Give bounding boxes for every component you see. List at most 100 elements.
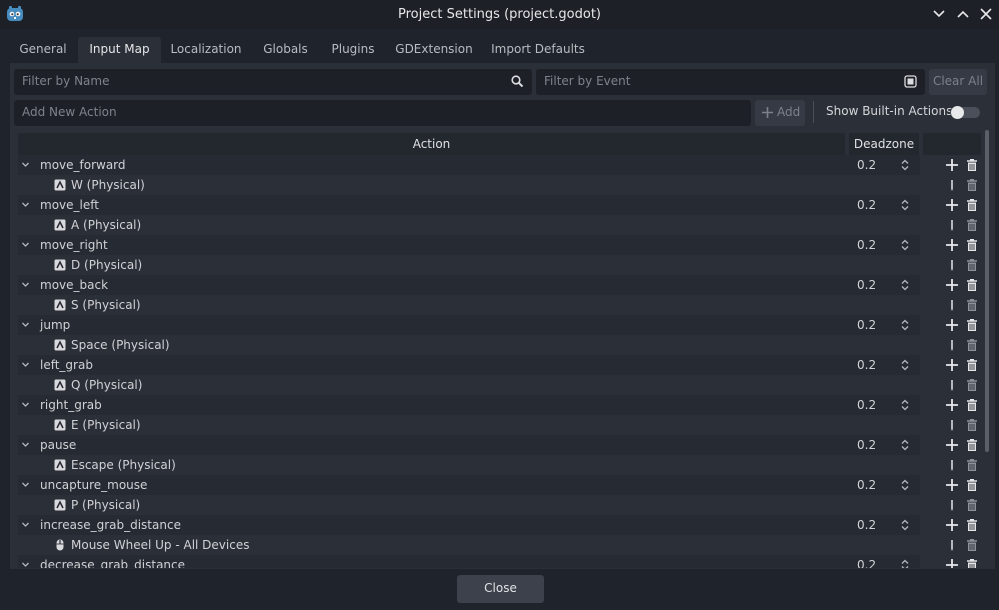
tab-input-map[interactable]: Input Map: [78, 37, 161, 63]
spinbox-arrows-icon[interactable]: [901, 559, 909, 568]
spinbox-arrows-icon[interactable]: [901, 359, 909, 371]
clear-all-button[interactable]: Clear All: [929, 69, 987, 95]
edit-event-icon[interactable]: [945, 498, 959, 512]
trash-icon[interactable]: [965, 298, 979, 312]
minimize-icon[interactable]: [931, 6, 947, 22]
action-row[interactable]: left_grab 0.2: [18, 355, 981, 375]
tab-import-defaults[interactable]: Import Defaults: [484, 37, 592, 63]
add-new-action-input[interactable]: Add New Action: [14, 100, 751, 126]
chevron-down-icon[interactable]: [21, 560, 30, 568]
spinbox-arrows-icon[interactable]: [901, 399, 909, 411]
action-row[interactable]: move_forward 0.2: [18, 155, 981, 175]
edit-event-icon[interactable]: [945, 258, 959, 272]
edit-event-icon[interactable]: [945, 418, 959, 432]
add-event-icon[interactable]: [945, 198, 959, 212]
trash-icon[interactable]: [965, 398, 979, 412]
trash-icon[interactable]: [965, 438, 979, 452]
trash-icon[interactable]: [965, 258, 979, 272]
trash-icon[interactable]: [965, 278, 979, 292]
filter-by-name-input[interactable]: Filter by Name: [14, 69, 532, 95]
chevron-down-icon[interactable]: [21, 240, 30, 249]
trash-icon[interactable]: [965, 338, 979, 352]
trash-icon[interactable]: [965, 178, 979, 192]
action-row[interactable]: right_grab 0.2: [18, 395, 981, 415]
trash-icon[interactable]: [965, 458, 979, 472]
tab-globals[interactable]: Globals: [253, 37, 318, 63]
chevron-down-icon[interactable]: [21, 480, 30, 489]
add-event-icon[interactable]: [945, 478, 959, 492]
chevron-down-icon[interactable]: [21, 200, 30, 209]
trash-icon[interactable]: [965, 478, 979, 492]
edit-event-icon[interactable]: [945, 338, 959, 352]
chevron-down-icon[interactable]: [21, 360, 30, 369]
show-builtin-actions-toggle[interactable]: [950, 106, 980, 119]
trash-icon[interactable]: [965, 238, 979, 252]
add-event-icon[interactable]: [945, 278, 959, 292]
spinbox-arrows-icon[interactable]: [901, 159, 909, 171]
action-row[interactable]: increase_grab_distance 0.2: [18, 515, 981, 535]
trash-icon[interactable]: [965, 358, 979, 372]
edit-event-icon[interactable]: [945, 378, 959, 392]
spinbox-arrows-icon[interactable]: [901, 439, 909, 451]
trash-icon[interactable]: [965, 158, 979, 172]
spinbox-arrows-icon[interactable]: [901, 319, 909, 331]
spinbox-arrows-icon[interactable]: [901, 279, 909, 291]
trash-icon[interactable]: [965, 218, 979, 232]
deadzone-value[interactable]: 0.2: [857, 278, 876, 292]
event-row[interactable]: E (Physical): [18, 415, 981, 435]
chevron-down-icon[interactable]: [21, 440, 30, 449]
add-event-icon[interactable]: [945, 438, 959, 452]
maximize-icon[interactable]: [955, 6, 971, 22]
action-row[interactable]: move_back 0.2: [18, 275, 981, 295]
edit-event-icon[interactable]: [945, 298, 959, 312]
deadzone-value[interactable]: 0.2: [857, 478, 876, 492]
listen-event-icon[interactable]: [904, 75, 917, 88]
trash-icon[interactable]: [965, 198, 979, 212]
trash-icon[interactable]: [965, 498, 979, 512]
tab-general[interactable]: General: [10, 37, 76, 63]
add-event-icon[interactable]: [945, 558, 959, 568]
column-header-action[interactable]: Action: [18, 133, 845, 155]
add-event-icon[interactable]: [945, 238, 959, 252]
add-event-icon[interactable]: [945, 358, 959, 372]
deadzone-value[interactable]: 0.2: [857, 158, 876, 172]
add-action-button[interactable]: Add: [755, 100, 805, 126]
spinbox-arrows-icon[interactable]: [901, 239, 909, 251]
trash-icon[interactable]: [965, 418, 979, 432]
tab-gdextension[interactable]: GDExtension: [388, 37, 480, 63]
edit-event-icon[interactable]: [945, 458, 959, 472]
edit-event-icon[interactable]: [945, 218, 959, 232]
deadzone-value[interactable]: 0.2: [857, 558, 876, 568]
tab-localization[interactable]: Localization: [163, 37, 249, 63]
tab-plugins[interactable]: Plugins: [322, 37, 384, 63]
deadzone-value[interactable]: 0.2: [857, 438, 876, 452]
chevron-down-icon[interactable]: [21, 160, 30, 169]
chevron-down-icon[interactable]: [21, 400, 30, 409]
add-event-icon[interactable]: [945, 398, 959, 412]
chevron-down-icon[interactable]: [21, 520, 30, 529]
event-row[interactable]: Mouse Wheel Up - All Devices: [18, 535, 981, 555]
event-row[interactable]: S (Physical): [18, 295, 981, 315]
close-window-icon[interactable]: [978, 6, 994, 22]
event-row[interactable]: W (Physical): [18, 175, 981, 195]
close-button[interactable]: Close: [457, 575, 544, 603]
event-row[interactable]: A (Physical): [18, 215, 981, 235]
spinbox-arrows-icon[interactable]: [901, 519, 909, 531]
spinbox-arrows-icon[interactable]: [901, 199, 909, 211]
trash-icon[interactable]: [965, 518, 979, 532]
trash-icon[interactable]: [965, 378, 979, 392]
trash-icon[interactable]: [965, 538, 979, 552]
chevron-down-icon[interactable]: [21, 280, 30, 289]
deadzone-value[interactable]: 0.2: [857, 398, 876, 412]
tree-scrollbar[interactable]: [985, 130, 989, 452]
deadzone-value[interactable]: 0.2: [857, 198, 876, 212]
edit-event-icon[interactable]: [945, 178, 959, 192]
action-row[interactable]: decrease_grab_distance 0.2: [18, 555, 981, 568]
action-row[interactable]: uncapture_mouse 0.2: [18, 475, 981, 495]
edit-event-icon[interactable]: [945, 538, 959, 552]
trash-icon[interactable]: [965, 558, 979, 568]
deadzone-value[interactable]: 0.2: [857, 358, 876, 372]
action-row[interactable]: move_right 0.2: [18, 235, 981, 255]
deadzone-value[interactable]: 0.2: [857, 518, 876, 532]
add-event-icon[interactable]: [945, 158, 959, 172]
